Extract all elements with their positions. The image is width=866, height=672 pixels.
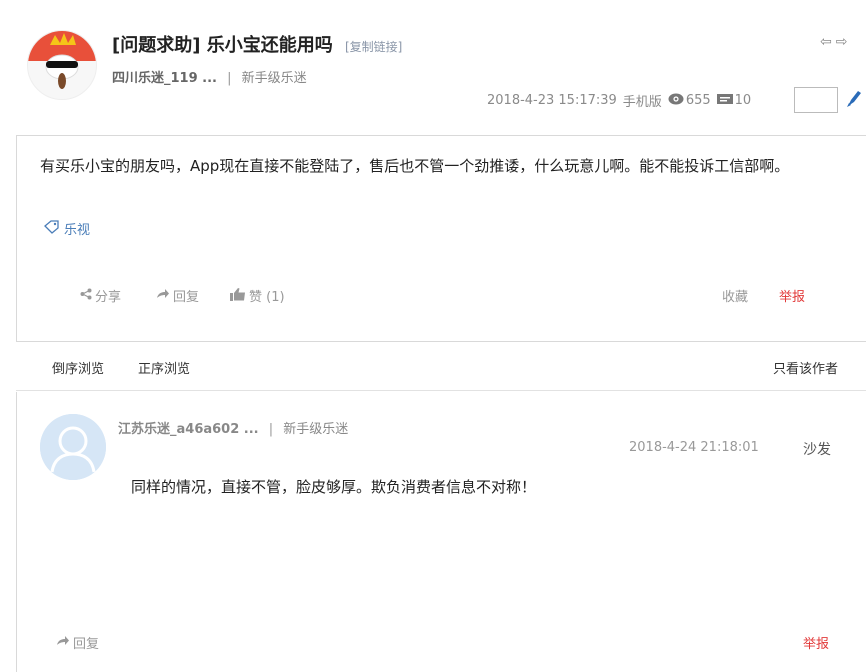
divider [16, 390, 866, 391]
sort-forward-button[interactable]: 正序浏览 [138, 358, 190, 377]
reply-body: 同样的情况，直接不管，脸皮够厚。欺负消费者信息不对称！ [131, 478, 537, 496]
post-author-name[interactable]: 四川乐迷_119 ... [112, 71, 217, 86]
report-button[interactable]: 举报 [779, 286, 805, 305]
tag-label: 乐视 [64, 223, 91, 238]
share-icon [80, 288, 92, 304]
comment-icon [716, 93, 733, 109]
thread-navigation: ⇦⇨ [820, 34, 851, 50]
reply-report-button[interactable]: 举报 [803, 633, 829, 652]
reply-button[interactable]: 回复 [156, 286, 199, 305]
reply-icon [56, 635, 70, 651]
share-button[interactable]: 分享 [80, 286, 121, 305]
author-avatar[interactable] [27, 30, 97, 100]
eye-icon [668, 93, 684, 109]
post-meta: 2018-4-23 15:17:39 手机版 655 10 [487, 91, 757, 110]
reply-count: 10 [734, 93, 752, 108]
reply-reply-button[interactable]: 回复 [56, 633, 99, 652]
separator: | [268, 422, 274, 437]
author-only-button[interactable]: 只看该作者 [773, 358, 838, 377]
copy-link-button[interactable]: [复制链接] [345, 40, 402, 54]
reply-date: 2018-4-24 21:18:01 [629, 440, 759, 455]
separator: | [227, 71, 232, 86]
post-tag[interactable]: 乐视 [44, 219, 90, 238]
sort-reverse-button[interactable]: 倒序浏览 [52, 358, 104, 377]
reply-author-level: 新手级乐迷 [283, 422, 349, 437]
view-count: 655 [685, 93, 711, 108]
post-title: [问题求助] 乐小宝还能用吗 [复制链接] [112, 31, 402, 57]
like-label: 赞 (1) [249, 290, 285, 305]
page-jump-input[interactable] [794, 87, 838, 113]
post-title-text: [问题求助] 乐小宝还能用吗 [112, 35, 333, 56]
favorite-button[interactable]: 收藏 [722, 286, 748, 305]
thumbs-up-icon [230, 287, 246, 305]
reply-author-line: 江苏乐迷_a46a602 ... | 新手级乐迷 [118, 418, 348, 437]
reply-icon [156, 288, 170, 304]
post-body: 有买乐小宝的朋友吗，App现在直接不能登陆了，售后也不管一个劲推诿，什么玩意儿啊… [40, 157, 790, 175]
tag-icon [44, 219, 60, 238]
reply-reply-label: 回复 [73, 637, 100, 652]
like-button[interactable]: 赞 (1) [230, 286, 285, 305]
reply-label: 回复 [173, 290, 200, 305]
post-author-level: 新手级乐迷 [241, 71, 307, 86]
next-icon[interactable]: ⇨ [836, 34, 852, 50]
post-client: 手机版 [622, 95, 662, 110]
post-date: 2018-4-23 15:17:39 [487, 93, 617, 108]
reply-author-name[interactable]: 江苏乐迷_a46a602 ... [118, 422, 259, 437]
edit-icon[interactable] [845, 88, 863, 112]
previous-icon[interactable]: ⇦ [820, 34, 836, 50]
share-label: 分享 [95, 290, 122, 305]
post-author-line: 四川乐迷_119 ... | 新手级乐迷 [112, 67, 307, 86]
reply-floor: 沙发 [803, 442, 831, 458]
reply-author-avatar[interactable] [40, 414, 106, 480]
